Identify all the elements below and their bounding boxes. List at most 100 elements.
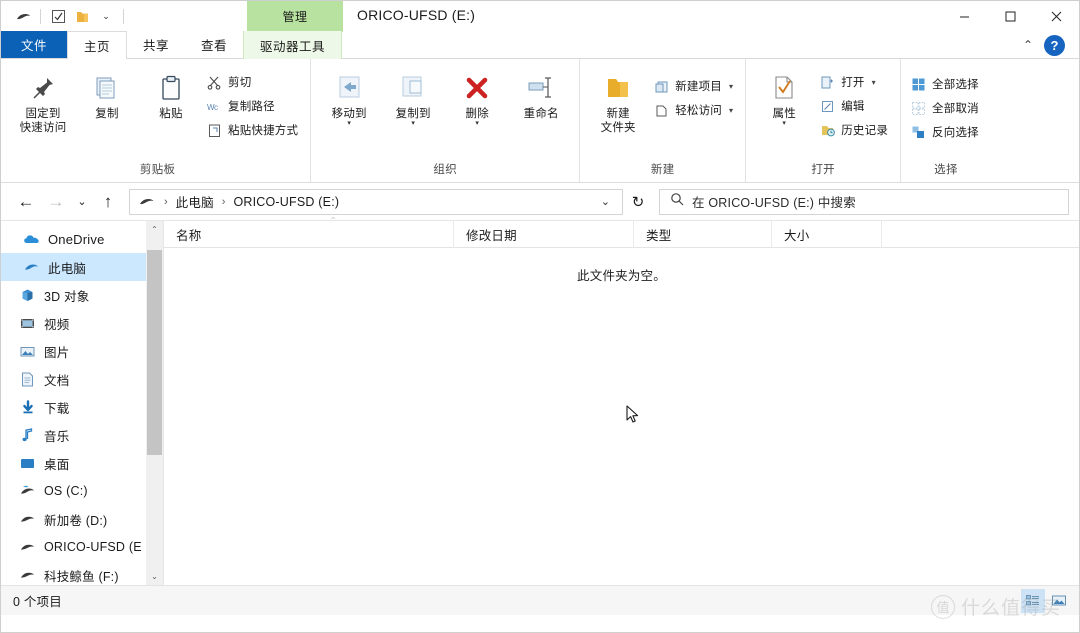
sidebar-item-os-c[interactable]: OS (C:) [1, 477, 163, 505]
item-count-label: 0 个项目 [13, 595, 62, 609]
chevron-down-icon[interactable]: ▾ [475, 120, 479, 127]
ribbon-group-label-select: 选择 [934, 164, 958, 176]
scroll-up-arrow-icon[interactable]: ⌃ [146, 221, 163, 238]
move-to-button[interactable]: 移动到 ▾ [317, 65, 381, 127]
sidebar-item-music[interactable]: 音乐 [1, 421, 163, 449]
tab-share[interactable]: 共享 [127, 31, 185, 58]
sidebar-item-orico-ufsd-e[interactable]: ORICO-UFSD (E [1, 533, 163, 561]
help-button[interactable]: ? [1044, 35, 1065, 56]
pictures-icon [19, 343, 36, 360]
chevron-down-icon[interactable]: ▾ [729, 106, 733, 115]
column-header-name[interactable]: 名称 [164, 220, 454, 248]
new-folder-label: 新建 文件夹 [600, 108, 636, 134]
scroll-down-arrow-icon[interactable]: ⌄ [146, 568, 163, 585]
svg-text:c: c [214, 103, 218, 112]
pin-to-quick-access-button[interactable]: 固定到 快速访问 [11, 65, 75, 135]
folder-icon[interactable] [70, 6, 94, 28]
select-all-button[interactable]: 全部选择 [907, 73, 985, 95]
tab-home[interactable]: 主页 [67, 31, 128, 59]
copy-path-button[interactable]: W c 复制路径 [203, 95, 304, 117]
chevron-down-icon[interactable]: ▾ [729, 82, 733, 91]
maximize-button[interactable] [987, 1, 1033, 32]
chevron-down-icon[interactable]: ▾ [411, 120, 415, 127]
sidebar-item-label: ORICO-UFSD (E [44, 540, 142, 554]
sidebar-item-this-pc[interactable]: 此电脑 [1, 253, 163, 281]
breadcrumb-dropdown-icon[interactable]: ⌄ [593, 195, 618, 208]
invert-selection-button[interactable]: 反向选择 [907, 121, 985, 143]
videos-icon [19, 315, 36, 332]
open-button[interactable]: 打开 ▾ [816, 71, 894, 93]
chevron-down-icon[interactable]: ▾ [872, 78, 876, 87]
cut-button[interactable]: 剪切 [203, 71, 304, 93]
easy-access-button[interactable]: 轻松访问 ▾ [650, 99, 739, 121]
this-pc-icon [23, 259, 40, 276]
search-input[interactable]: 在 ORICO-UFSD (E:) 中搜索 [659, 188, 1069, 215]
up-button[interactable]: ↑ [93, 188, 123, 216]
sidebar-item-label: 视频 [44, 317, 70, 332]
copy-label: 复制 [95, 108, 119, 120]
column-header-type[interactable]: 类型 [634, 220, 772, 248]
sidebar-item-3d-objects[interactable]: 3D 对象 [1, 281, 163, 309]
breadcrumb-separator-0[interactable]: › [158, 196, 174, 208]
qat-chevron-glyph: ⌄ [102, 11, 110, 21]
invert-selection-label: 反向选择 [932, 127, 979, 139]
breadcrumb-item-this-pc[interactable]: 此电脑 [174, 192, 216, 211]
forward-button[interactable]: → [41, 188, 71, 216]
properties-icon [770, 69, 798, 107]
drive-icon[interactable] [11, 6, 35, 28]
recent-locations-button[interactable]: ⌄ [71, 188, 93, 216]
new-folder-button[interactable]: 新建 文件夹 [586, 65, 650, 135]
file-list-pane[interactable]: 名称 修改日期 类型 大小 ⌃ 此文件夹为空。 [163, 216, 1079, 585]
refresh-button[interactable]: ↻ [623, 188, 653, 216]
properties-icon[interactable] [46, 6, 70, 28]
column-header-size[interactable]: 大小 [772, 220, 882, 248]
sidebar-item-new-volume-d[interactable]: 新加卷 (D:) [1, 505, 163, 533]
sidebar-item-kejijingyu-f[interactable]: 科技鲸鱼 (F:) [1, 561, 163, 585]
edit-button[interactable]: 编辑 [816, 95, 894, 117]
back-button[interactable]: ← [11, 188, 41, 216]
breadcrumb-bar[interactable]: › 此电脑 › ORICO-UFSD (E:) ⌄ [129, 188, 623, 215]
ribbon-collapse-icon[interactable]: ⌃ [1023, 38, 1033, 52]
tab-drive-tools[interactable]: 驱动器工具 [243, 31, 343, 59]
breadcrumb-item-orico-ufsd[interactable]: ORICO-UFSD (E:) [231, 195, 341, 209]
paste-shortcut-button[interactable]: 粘贴快捷方式 [203, 119, 304, 141]
select-none-button[interactable]: 全部取消 [907, 97, 985, 119]
copy-button[interactable]: 复制 [75, 65, 139, 121]
sidebar-item-pictures[interactable]: 图片 [1, 337, 163, 365]
tab-file[interactable]: 文件 [1, 31, 67, 58]
scrollbar-thumb[interactable] [147, 250, 162, 455]
edit-icon [819, 98, 836, 115]
copy-to-label: 复制到 [395, 108, 431, 120]
rename-button[interactable]: 重命名 [509, 65, 573, 121]
delete-button[interactable]: 删除 ▾ [445, 65, 509, 127]
scissors-icon [206, 74, 223, 91]
large-icons-view-button[interactable] [1047, 589, 1071, 613]
scrollbar-track[interactable] [146, 238, 163, 568]
tab-view[interactable]: 查看 [185, 31, 243, 58]
column-header-date-modified[interactable]: 修改日期 [454, 220, 634, 248]
paste-button[interactable]: 粘贴 [139, 65, 203, 121]
properties-button[interactable]: 属性 ▾ [752, 65, 816, 127]
ribbon-group-label-new: 新建 [650, 164, 675, 176]
chevron-down-icon[interactable]: ▾ [782, 120, 786, 127]
new-item-button[interactable]: 新建项目 ▾ [650, 75, 739, 97]
sidebar-item-label: 桌面 [44, 457, 70, 472]
sidebar-item-onedrive[interactable]: OneDrive [1, 225, 163, 253]
sidebar-item-desktop[interactable]: 桌面 [1, 449, 163, 477]
navigation-pane-scrollbar[interactable]: ⌃ ⌄ [146, 221, 163, 585]
chevron-down-icon[interactable]: ⌄ [94, 6, 118, 28]
sidebar-item-documents[interactable]: 文档 [1, 365, 163, 393]
copy-to-button[interactable]: 复制到 ▾ [381, 65, 445, 127]
minimize-button[interactable] [941, 1, 987, 32]
details-view-button[interactable] [1021, 589, 1045, 613]
title-bar: ⌄ 管理 ORICO-UFSD (E:) [1, 1, 1079, 32]
breadcrumb-separator-1[interactable]: › [216, 196, 232, 208]
copy-icon [92, 69, 122, 107]
chevron-down-icon[interactable]: ▾ [347, 120, 351, 127]
ribbon-group-select: 全部选择 全部取消 反向选择 选择 [900, 59, 991, 182]
history-button[interactable]: 历史记录 [816, 119, 894, 141]
sidebar-item-videos[interactable]: 视频 [1, 309, 163, 337]
close-button[interactable] [1033, 1, 1079, 32]
sidebar-item-label: 新加卷 (D:) [44, 513, 108, 528]
sidebar-item-downloads[interactable]: 下载 [1, 393, 163, 421]
